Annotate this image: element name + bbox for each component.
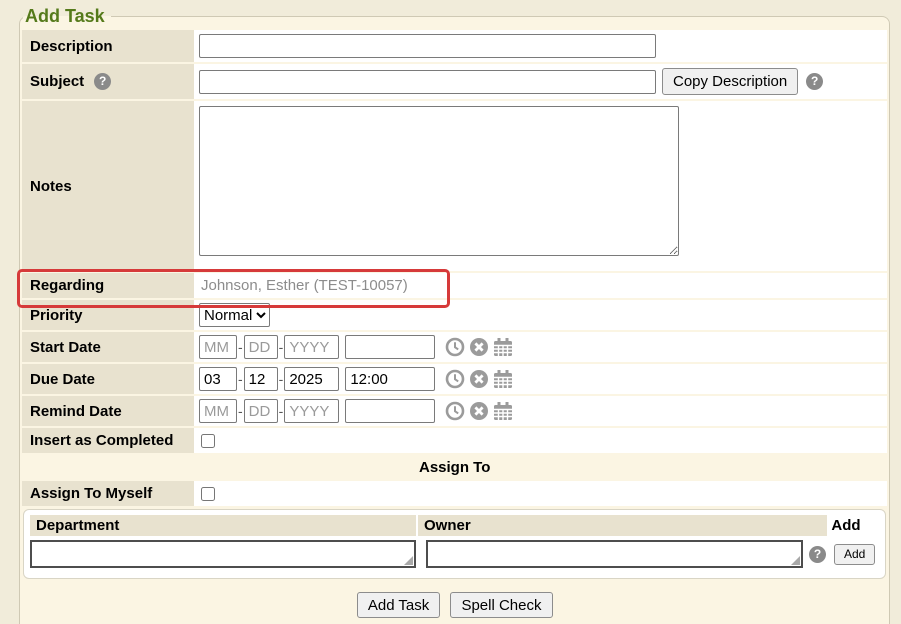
priority-select[interactable]: Normal <box>199 303 270 327</box>
form-row-due-date: Due Date - - <box>22 364 887 394</box>
copy-description-button[interactable]: Copy Description <box>662 68 798 95</box>
form-row-remind-date: Remind Date - - <box>22 396 887 426</box>
clear-icon[interactable] <box>469 337 489 357</box>
form-row-insert-as-completed: Insert as Completed <box>22 428 887 453</box>
subject-input[interactable] <box>199 70 656 94</box>
due-date-month-input[interactable] <box>199 367 237 391</box>
remind-date-year-input[interactable] <box>284 399 339 423</box>
clock-icon[interactable] <box>445 401 465 421</box>
due-date-time-input[interactable] <box>345 367 435 391</box>
date-separator: - <box>279 371 284 387</box>
due-date-day-input[interactable] <box>244 367 278 391</box>
date-separator: - <box>238 403 243 419</box>
start-date-day-input[interactable] <box>244 335 278 359</box>
assign-to-myself-checkbox[interactable] <box>201 487 215 501</box>
priority-label: Priority <box>22 300 194 330</box>
assign-to-myself-label: Assign To Myself <box>22 481 194 506</box>
due-date-year-input[interactable] <box>284 367 339 391</box>
notes-label: Notes <box>22 101 194 271</box>
resize-grip-icon <box>791 556 800 565</box>
add-column-header: Add <box>829 515 875 536</box>
form-row-priority: Priority Normal <box>22 300 887 330</box>
assignment-panel: Department Owner Add ? Add <box>23 509 886 579</box>
start-date-time-input[interactable] <box>345 335 435 359</box>
due-date-label: Due Date <box>22 364 194 394</box>
form-row-assign-to-myself: Assign To Myself <box>22 481 887 506</box>
description-input[interactable] <box>199 34 656 58</box>
form-title: Add Task <box>23 6 111 27</box>
insert-as-completed-label: Insert as Completed <box>22 428 194 453</box>
form-row-regarding: Regarding Johnson, Esther (TEST-10057) <box>22 273 887 298</box>
assign-to-section-header: Assign To <box>22 455 887 479</box>
clear-icon[interactable] <box>469 401 489 421</box>
description-label: Description <box>22 30 194 62</box>
calendar-icon[interactable] <box>493 337 513 357</box>
department-column-header: Department <box>30 515 416 536</box>
subject-label: Subject <box>30 73 84 90</box>
owner-column-header: Owner <box>418 515 827 536</box>
regarding-label: Regarding <box>22 273 194 298</box>
remind-date-month-input[interactable] <box>199 399 237 423</box>
regarding-value: Johnson, Esther (TEST-10057) <box>199 277 408 294</box>
notes-textarea[interactable] <box>199 106 679 256</box>
help-icon[interactable]: ? <box>809 546 826 563</box>
remind-date-label: Remind Date <box>22 396 194 426</box>
spell-check-button[interactable]: Spell Check <box>450 592 552 618</box>
start-date-label: Start Date <box>22 332 194 362</box>
add-assignment-button[interactable]: Add <box>834 544 875 565</box>
clock-icon[interactable] <box>445 369 465 389</box>
form-row-start-date: Start Date - - <box>22 332 887 362</box>
form-row-subject: Subject ? Copy Description ? <box>22 64 887 99</box>
clear-icon[interactable] <box>469 369 489 389</box>
start-date-year-input[interactable] <box>284 335 339 359</box>
date-separator: - <box>238 371 243 387</box>
remind-date-time-input[interactable] <box>345 399 435 423</box>
owner-input[interactable] <box>428 542 801 566</box>
department-input[interactable] <box>32 542 414 566</box>
help-icon[interactable]: ? <box>94 73 111 90</box>
date-separator: - <box>279 403 284 419</box>
help-icon[interactable]: ? <box>806 73 823 90</box>
add-task-form: Add Task Description Subject ? Copy Desc… <box>19 6 890 624</box>
resize-grip-icon <box>404 556 413 565</box>
clock-icon[interactable] <box>445 337 465 357</box>
date-separator: - <box>279 339 284 355</box>
calendar-icon[interactable] <box>493 369 513 389</box>
calendar-icon[interactable] <box>493 401 513 421</box>
start-date-month-input[interactable] <box>199 335 237 359</box>
add-task-button[interactable]: Add Task <box>357 592 440 618</box>
date-separator: - <box>238 339 243 355</box>
form-row-notes: Notes <box>22 101 887 271</box>
insert-as-completed-checkbox[interactable] <box>201 434 215 448</box>
form-row-description: Description <box>22 30 887 62</box>
remind-date-day-input[interactable] <box>244 399 278 423</box>
